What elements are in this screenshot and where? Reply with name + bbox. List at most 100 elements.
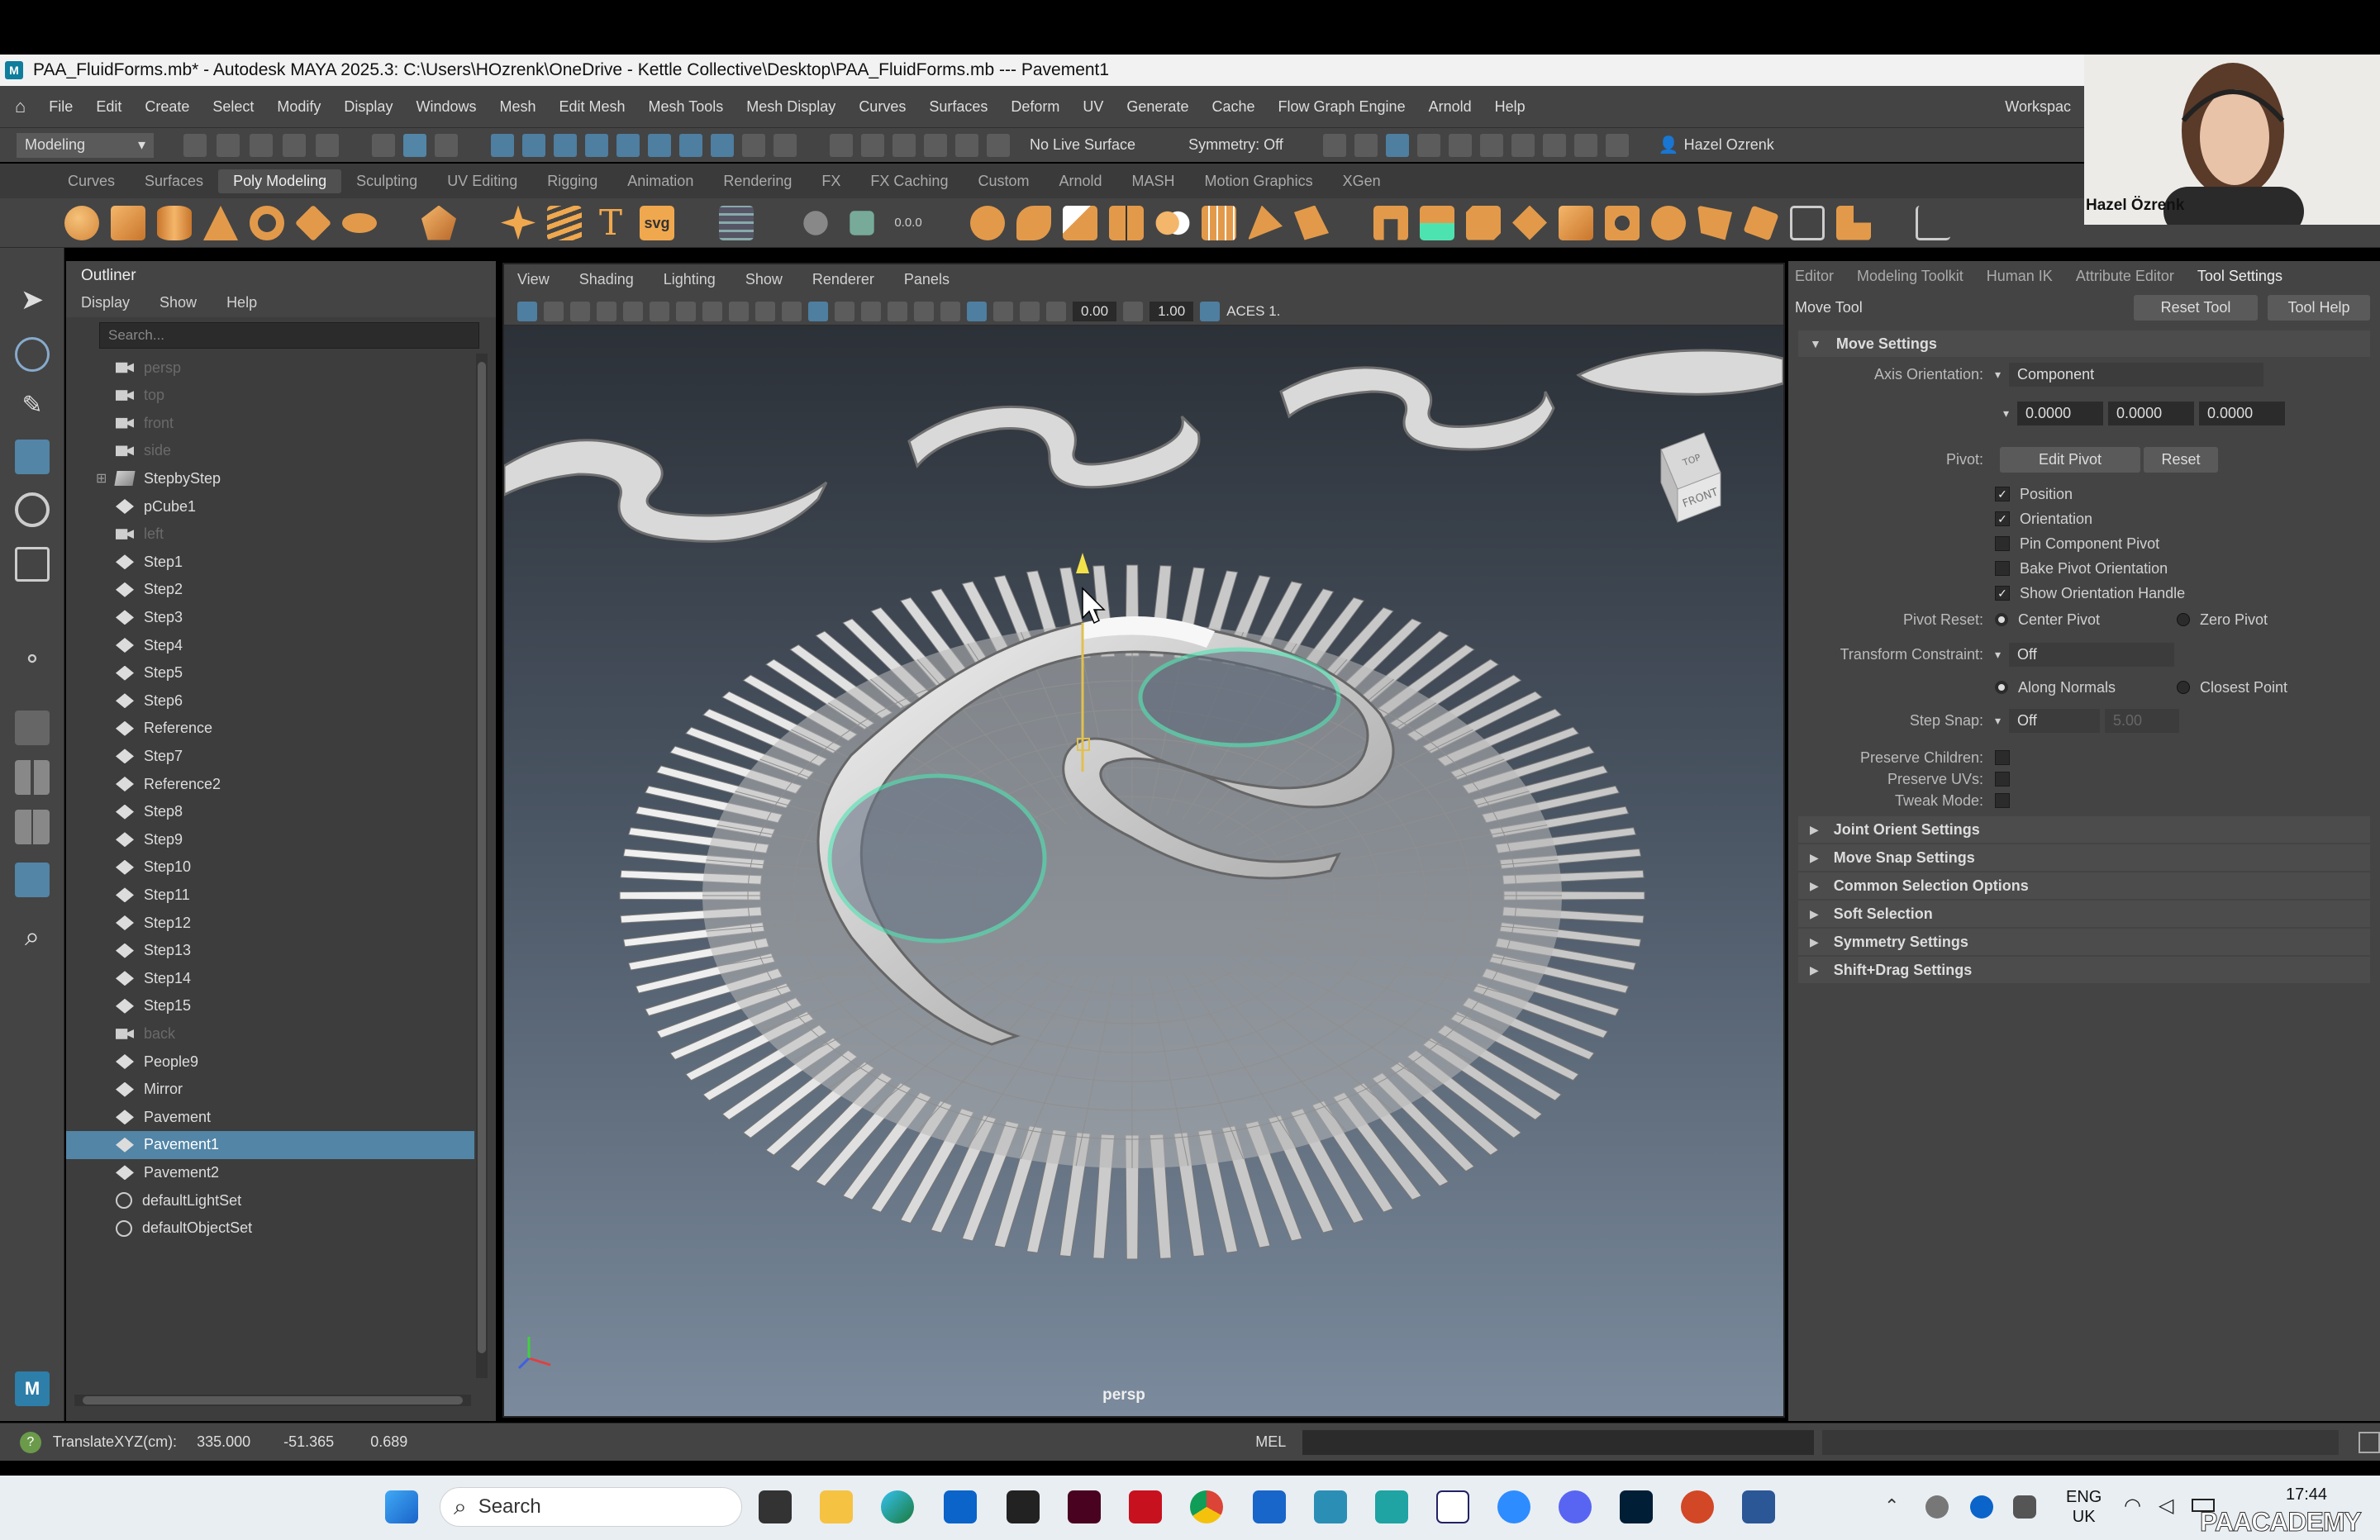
live-surface-label[interactable]: No Live Surface	[1030, 136, 1135, 154]
outliner-item-pavement[interactable]: Pavement	[66, 1103, 474, 1131]
help-icon[interactable]: ?	[20, 1431, 41, 1453]
construction-history-icon[interactable]	[1322, 133, 1346, 157]
rhino-icon[interactable]	[1007, 1490, 1040, 1523]
menu-curves[interactable]: Curves	[847, 98, 917, 116]
outliner-item-mirror[interactable]: Mirror	[66, 1076, 474, 1104]
xray-joints-icon[interactable]	[1020, 301, 1040, 321]
exposure-field[interactable]: 0.00	[1073, 301, 1117, 321]
radio-closest-point[interactable]	[2177, 681, 2190, 694]
rotate-tool-icon[interactable]	[15, 492, 50, 527]
collapse-icon[interactable]	[1836, 205, 1871, 240]
component-mode-icon[interactable]	[435, 133, 458, 157]
hierarchy-mode-icon[interactable]	[372, 133, 395, 157]
new-scene-icon[interactable]	[183, 133, 207, 157]
use-all-lights-icon[interactable]	[888, 301, 907, 321]
wireframe-icon[interactable]	[782, 301, 802, 321]
chrome-icon[interactable]	[1190, 1490, 1223, 1523]
viewport-menu-panels[interactable]: Panels	[904, 271, 950, 291]
outliner-item-step14[interactable]: Step14	[66, 964, 474, 992]
exposure-icon[interactable]	[1046, 301, 1066, 321]
move-tool-icon[interactable]	[15, 440, 50, 474]
two-view-layout-icon[interactable]	[15, 810, 50, 844]
viewport-menu-view[interactable]: View	[517, 271, 550, 291]
tool-help-button[interactable]: Tool Help	[2268, 294, 2370, 321]
snap-surface-icon[interactable]	[955, 133, 978, 157]
outliner-search-input[interactable]: Search...	[99, 322, 479, 349]
section-common-selection[interactable]: ▶ Common Selection Options	[1798, 872, 2370, 899]
chevron-down-icon[interactable]: ▾	[1995, 648, 2001, 662]
tray-cloud-icon[interactable]	[1925, 1495, 1949, 1519]
menu-edit-mesh[interactable]: Edit Mesh	[548, 98, 637, 116]
gamma-icon[interactable]	[1123, 301, 1144, 321]
search-icon[interactable]: ⌕	[15, 919, 50, 953]
menu-cache[interactable]: Cache	[1200, 98, 1266, 116]
chevron-down-icon[interactable]: ▾	[1995, 368, 2001, 382]
outliner-item-side[interactable]: side	[66, 437, 474, 465]
lock-selection-icon[interactable]	[742, 133, 765, 157]
taskbar-search-box[interactable]: ⌕ Search	[440, 1487, 742, 1527]
reduce-icon[interactable]	[1248, 205, 1283, 240]
outliner-menu-display[interactable]: Display	[81, 294, 130, 312]
checkbox-preserve-uvs[interactable]	[1995, 772, 2010, 787]
target-weld-icon[interactable]	[1697, 205, 1732, 240]
tray-chevron-icon[interactable]: ⌃	[1884, 1495, 1899, 1517]
object-mode-icon[interactable]	[403, 133, 426, 157]
outliner-item-step10[interactable]: Step10	[66, 853, 474, 882]
viewport-menu-renderer[interactable]: Renderer	[812, 271, 874, 291]
checkbox-preserve-children[interactable]	[1995, 750, 2010, 765]
volume-icon[interactable]: ◁	[2159, 1494, 2173, 1518]
highlight-selection-icon[interactable]	[774, 133, 797, 157]
menu-generate[interactable]: Generate	[1115, 98, 1200, 116]
field-chart-icon[interactable]	[729, 301, 749, 321]
connect-icon[interactable]	[1743, 204, 1779, 241]
indesign-icon[interactable]	[1068, 1490, 1101, 1523]
gate-mask-icon[interactable]	[702, 301, 722, 321]
reset-tool-button[interactable]: Reset Tool	[2134, 294, 2258, 321]
outliner-item-pcube1[interactable]: pCube1	[66, 492, 474, 520]
shelf-tab-rendering[interactable]: Rendering	[708, 173, 807, 190]
mirror-icon[interactable]	[1109, 205, 1144, 240]
smooth-shade-icon[interactable]	[808, 301, 828, 321]
radio-zero-pivot[interactable]	[2177, 613, 2190, 626]
poly-cube-icon[interactable]	[111, 205, 145, 240]
combine-icon[interactable]	[970, 205, 1005, 240]
checkbox-tweak-mode[interactable]	[1995, 793, 2010, 808]
multi-cut-icon[interactable]	[1651, 205, 1686, 240]
render-view-icon[interactable]	[1385, 133, 1409, 157]
scene-render[interactable]: TOP FRONT persp	[502, 326, 1785, 1416]
outliner-item-step6[interactable]: Step6	[66, 687, 474, 715]
mask-handles-icon[interactable]	[491, 133, 514, 157]
separate-icon[interactable]	[1016, 205, 1051, 240]
outliner-item-step7[interactable]: Step7	[66, 742, 474, 770]
film-gate-icon[interactable]	[650, 301, 669, 321]
shelf-tab-sculpting[interactable]: Sculpting	[341, 173, 432, 190]
menu-mesh-tools[interactable]: Mesh Tools	[637, 98, 735, 116]
arnold-flush-icon[interactable]	[1573, 133, 1597, 157]
resolution-gate-icon[interactable]	[676, 301, 696, 321]
outliner-item-step5[interactable]: Step5	[66, 659, 474, 687]
camera-attributes-icon[interactable]	[544, 301, 564, 321]
render-settings-icon[interactable]	[1479, 133, 1503, 157]
viewport-menu-show[interactable]: Show	[745, 271, 783, 291]
3dsmax-icon[interactable]	[1375, 1490, 1408, 1523]
maya-home-icon[interactable]: M	[15, 1371, 50, 1406]
display-values-icon[interactable]: 0.0.0	[891, 206, 926, 240]
shelf-tab-fx[interactable]: FX	[807, 173, 855, 190]
outliner-item-pavement1[interactable]: Pavement1	[66, 1130, 474, 1159]
command-input[interactable]	[1302, 1429, 1815, 1455]
menu-modify[interactable]: Modify	[265, 98, 332, 116]
outliner-item-step9[interactable]: Step9	[66, 825, 474, 853]
outliner-item-back[interactable]: back	[66, 1020, 474, 1048]
menu-flow-graph-engine[interactable]: Flow Graph Engine	[1267, 98, 1417, 116]
script-editor-icon[interactable]	[2359, 1431, 2380, 1453]
boolean-icon[interactable]	[1155, 205, 1190, 240]
acrobat-icon[interactable]	[1129, 1490, 1162, 1523]
shelf-tab-custom[interactable]: Custom	[963, 173, 1044, 190]
tab-editor[interactable]: Editor	[1795, 268, 1834, 285]
outliner-item-persp[interactable]: persp	[66, 354, 474, 382]
outliner-item-defaultobjectset[interactable]: defaultObjectSet	[66, 1214, 474, 1243]
super-shape-icon[interactable]	[501, 205, 536, 240]
shelf-tab-uv-editing[interactable]: UV Editing	[432, 173, 532, 190]
tab-modeling-toolkit[interactable]: Modeling Toolkit	[1857, 268, 1963, 285]
chevron-down-icon[interactable]: ▾	[2003, 406, 2009, 421]
